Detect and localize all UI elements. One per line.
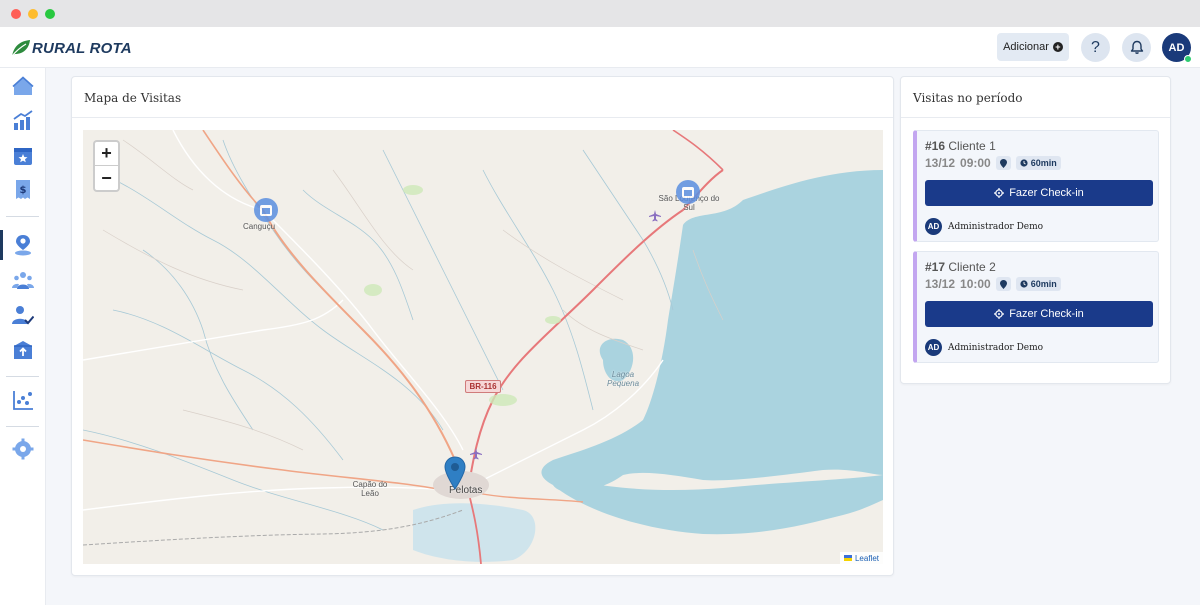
visit-title: #17 Cliente 2 [925,260,996,274]
map-marker-icon [999,279,1007,289]
map-canvas[interactable]: + − Canguçu São Lourenço do Sul Lagoa Pe… [83,130,883,564]
crosshair-icon [994,188,1005,198]
duration-chip: 60min [1015,277,1061,291]
visits-card-title: Visitas no período [901,77,1170,118]
visit-meta: 13/12 09:00 60min [925,156,1061,170]
ukraine-flag-icon [843,555,852,561]
add-button-label: Adicionar [1003,41,1049,53]
zoom-in-button[interactable]: + [95,142,118,166]
map-label-cangucu: Canguçu [243,222,276,231]
map-user-icon [15,235,31,256]
top-navbar: RURAL ROTA Adicionar + ? AD [0,27,1200,68]
visit-title: #16 Cliente 1 [925,139,996,153]
sidebar-item-billing[interactable]: $ [0,174,46,204]
sidebar-item-settings[interactable] [0,434,46,464]
user-check-icon [12,306,34,325]
visits-map-card: Mapa de Visitas + − Canguçu São do Sul L… [71,76,894,576]
visit-assignee: AD Administrador Demo [925,339,1043,356]
map-tiles [83,130,883,564]
checkin-button[interactable]: Fazer Check-in [925,180,1153,206]
sidebar-item-approvals[interactable] [0,300,46,330]
help-button[interactable]: ? [1081,33,1110,62]
map-attribution[interactable]: Leaflet [839,552,883,564]
map-card-title: Mapa de Visitas [72,77,893,118]
sidebar: $ [0,68,46,605]
route-shield: BR-116 [465,380,501,393]
svg-text:$: $ [20,185,27,196]
sidebar-item-visits-map[interactable] [0,230,46,260]
visit-item[interactable]: #17 Cliente 2 13/12 10:00 60min Fazer Ch… [913,251,1159,363]
sidebar-item-calendar[interactable] [0,140,46,170]
map-label-lagoa: Lagoa Pequena [606,370,640,388]
online-status-dot [1184,55,1192,63]
sidebar-divider [6,376,39,377]
plus-circle-icon: + [1052,42,1063,52]
visit-time: 10:00 [960,277,991,291]
box-upload-icon [14,341,32,359]
assignee-avatar: AD [925,218,942,235]
visit-client: Cliente 1 [948,139,996,153]
bell-icon [1130,40,1143,54]
visit-meta: 13/12 10:00 60min [925,277,1061,291]
leaf-icon [11,40,30,57]
chart-up-icon [13,110,33,130]
zoom-out-button[interactable]: − [95,166,118,190]
calendar-star-icon [14,148,32,165]
receipt-dollar-icon: $ [16,180,30,199]
minimize-window-button[interactable] [28,9,38,19]
question-icon: ? [1091,38,1100,56]
clock-icon [1020,159,1028,167]
add-button[interactable]: Adicionar + [997,33,1069,61]
home-icon [12,76,34,95]
visit-duration: 60min [1030,279,1057,289]
visit-item[interactable]: #16 Cliente 1 13/12 09:00 60min Fazer Ch… [913,130,1159,242]
visit-time: 09:00 [960,156,991,170]
sidebar-item-team[interactable] [0,265,46,295]
assignee-name: Administrador Demo [948,342,1044,353]
assignee-name: Administrador Demo [948,221,1044,232]
users-icon [12,272,34,289]
scatter-chart-icon [13,391,33,410]
brand-name: RURAL ROTA [32,39,132,57]
sidebar-item-growth[interactable] [0,105,46,135]
clock-icon [1020,280,1028,288]
brand-logo[interactable]: RURAL ROTA [10,37,132,59]
calendar-marker-icon[interactable] [676,180,700,204]
map-label-capao: Capão do Leão [352,480,388,498]
visit-date: 13/12 [925,277,956,291]
sidebar-item-analytics[interactable] [0,385,46,415]
sidebar-divider [6,426,39,427]
map-marker-icon [999,158,1007,168]
assignee-avatar: AD [925,339,942,356]
checkin-button[interactable]: Fazer Check-in [925,301,1153,327]
zoom-control: + − [93,140,120,192]
notifications-button[interactable] [1122,33,1151,62]
visit-assignee: AD Administrador Demo [925,218,1043,235]
sidebar-item-home[interactable] [0,71,46,101]
visit-number: #17 [925,260,946,274]
map-pin-icon[interactable] [444,456,466,490]
calendar-marker-icon[interactable] [254,198,278,222]
visit-client: Cliente 2 [948,260,996,274]
checkin-label: Fazer Check-in [1009,308,1084,320]
gear-icon [12,438,34,460]
visit-date: 13/12 [925,156,956,170]
duration-chip: 60min [1015,156,1061,170]
airport-icon [649,210,661,222]
visit-number: #16 [925,139,946,153]
close-window-button[interactable] [11,9,21,19]
sidebar-item-products[interactable] [0,335,46,365]
airport-icon [470,448,482,460]
leaflet-link[interactable]: Leaflet [855,554,879,563]
window-titlebar [0,0,1200,27]
maximize-window-button[interactable] [45,9,55,19]
checkin-label: Fazer Check-in [1009,187,1084,199]
crosshair-icon [994,309,1005,319]
location-chip[interactable] [995,277,1011,291]
sidebar-divider [6,216,39,217]
visits-period-card: Visitas no período #16 Cliente 1 13/12 0… [900,76,1171,384]
location-chip[interactable] [995,156,1011,170]
visit-duration: 60min [1030,158,1057,168]
